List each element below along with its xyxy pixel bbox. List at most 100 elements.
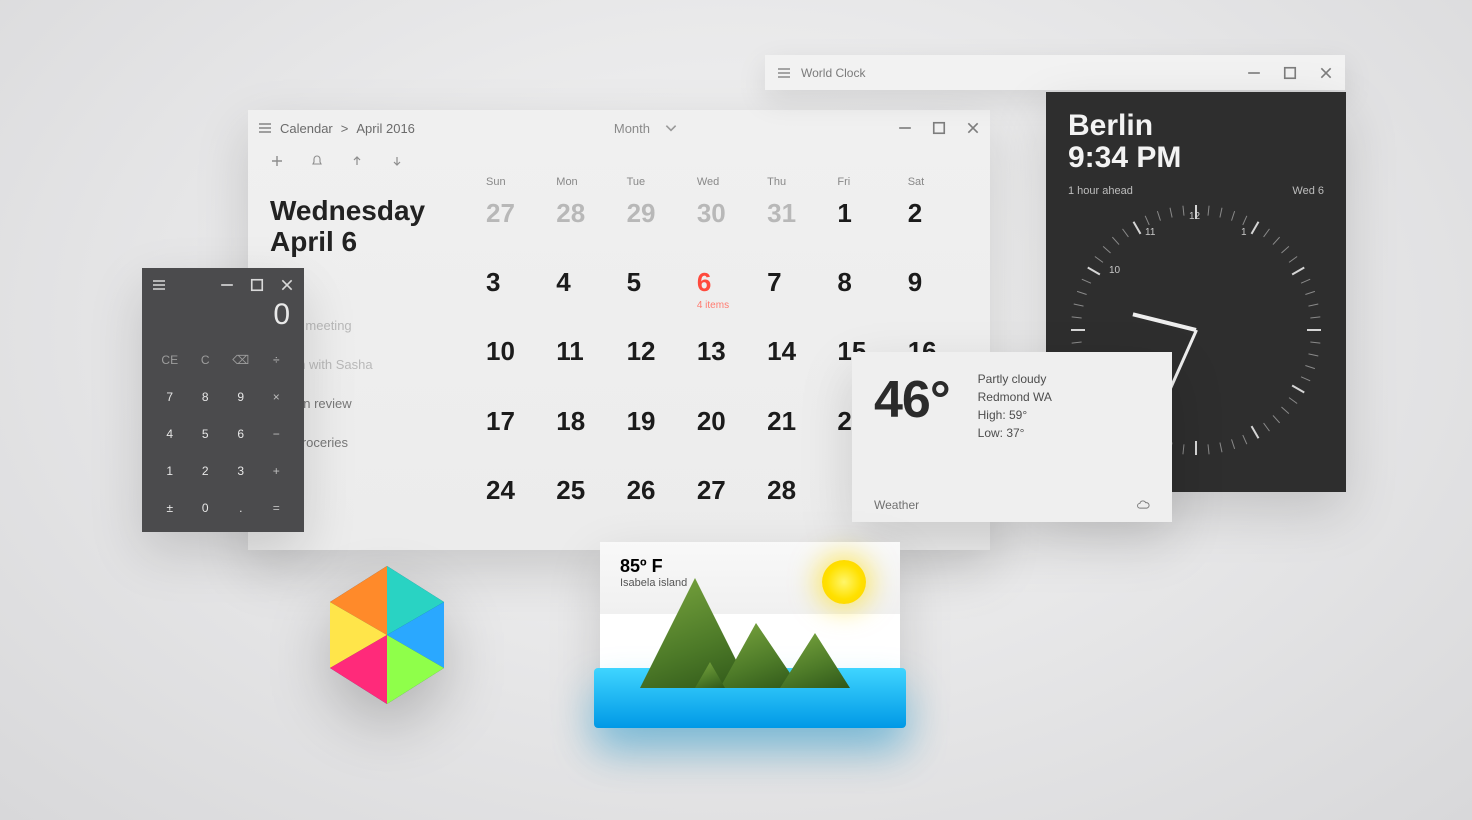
clock-tick: [1251, 426, 1260, 439]
down-arrow-icon[interactable]: [390, 154, 404, 168]
clock-tick: [1289, 397, 1298, 404]
calendar-day-cell[interactable]: 2: [908, 194, 978, 263]
calendar-day-cell[interactable]: 3: [486, 263, 556, 332]
calendar-day-cell[interactable]: 27: [697, 471, 767, 540]
calc-key-5[interactable]: 5: [188, 416, 224, 453]
calc-key-=[interactable]: =: [259, 489, 295, 526]
calc-key-±[interactable]: ±: [152, 489, 188, 526]
clock-tick: [1077, 291, 1087, 295]
close-icon[interactable]: [1319, 66, 1333, 80]
calendar-day-cell[interactable]: 1: [837, 194, 907, 263]
calendar-day-cell[interactable]: 21: [767, 402, 837, 471]
day-name: Fri: [837, 176, 907, 188]
calc-key-CE[interactable]: CE: [152, 342, 188, 379]
calendar-day-cell[interactable]: 17: [486, 402, 556, 471]
calendar-day-cell[interactable]: 18: [556, 402, 626, 471]
day-number: 27: [486, 198, 556, 229]
calc-key-×[interactable]: ×: [259, 379, 295, 416]
calendar-day-cell[interactable]: 64 items: [697, 263, 767, 332]
calendar-day-cell[interactable]: 29: [627, 194, 697, 263]
hamburger-icon[interactable]: [152, 278, 166, 292]
close-icon[interactable]: [966, 121, 980, 135]
calc-key-2[interactable]: 2: [188, 452, 224, 489]
calendar-day-cell[interactable]: 9: [908, 263, 978, 332]
calc-key-7[interactable]: 7: [152, 379, 188, 416]
calendar-day-cell[interactable]: 7: [767, 263, 837, 332]
calendar-day-cell[interactable]: 10: [486, 332, 556, 401]
clock-tick: [1095, 256, 1104, 263]
calendar-day-cell[interactable]: 27: [486, 194, 556, 263]
day-name: Thu: [767, 176, 837, 188]
view-selector-label[interactable]: Month: [614, 121, 650, 136]
calc-key-−[interactable]: −: [259, 416, 295, 453]
calendar-day-cell[interactable]: 31: [767, 194, 837, 263]
calc-key-÷[interactable]: ÷: [259, 342, 295, 379]
day-number: 7: [767, 267, 837, 298]
calc-key-9[interactable]: 9: [223, 379, 259, 416]
crumb-app[interactable]: Calendar: [280, 121, 333, 136]
calc-key-4[interactable]: 4: [152, 416, 188, 453]
calc-key-1[interactable]: 1: [152, 452, 188, 489]
close-icon[interactable]: [280, 278, 294, 292]
calendar-day-cell[interactable]: 13: [697, 332, 767, 401]
island-weather-tile[interactable]: 85º F Isabela island: [600, 542, 900, 722]
minimize-icon[interactable]: [1247, 66, 1261, 80]
maximize-icon[interactable]: [1283, 66, 1297, 80]
calendar-day-cell[interactable]: 12: [627, 332, 697, 401]
weather-card[interactable]: 46° Partly cloudy Redmond WA High: 59° L…: [852, 352, 1172, 522]
clock-tick: [1301, 376, 1311, 381]
calendar-day-cell[interactable]: 28: [556, 194, 626, 263]
clock-tick: [1273, 415, 1280, 423]
calc-key-8[interactable]: 8: [188, 379, 224, 416]
crumb-month[interactable]: April 2016: [356, 121, 415, 136]
day-name: Sun: [486, 176, 556, 188]
clock-tick: [1071, 329, 1085, 331]
clock-tick: [1310, 342, 1320, 344]
calendar-day-cell[interactable]: 14: [767, 332, 837, 401]
day-number: 17: [486, 406, 556, 437]
calendar-day-cell[interactable]: 26: [627, 471, 697, 540]
selected-day-title: Wednesday April 6: [270, 196, 464, 258]
calendar-day-cell[interactable]: 28: [767, 471, 837, 540]
calendar-day-cell[interactable]: 25: [556, 471, 626, 540]
island-temp: 85º F: [620, 556, 687, 577]
clock-tick: [1122, 229, 1129, 238]
clock-tick: [1157, 211, 1161, 221]
calendar-day-cell[interactable]: 8: [837, 263, 907, 332]
calc-key-0[interactable]: 0: [188, 489, 224, 526]
hamburger-icon[interactable]: [777, 66, 791, 80]
clock-tick: [1133, 221, 1142, 234]
calendar-day-cell[interactable]: 11: [556, 332, 626, 401]
calc-key-.[interactable]: .: [223, 489, 259, 526]
maximize-icon[interactable]: [250, 278, 264, 292]
add-event-icon[interactable]: [270, 154, 284, 168]
calendar-day-cell[interactable]: 5: [627, 263, 697, 332]
clock-tick: [1072, 342, 1082, 344]
calc-key-3[interactable]: 3: [223, 452, 259, 489]
calendar-day-cell[interactable]: 30: [697, 194, 767, 263]
day-number: 3: [486, 267, 556, 298]
clock-tick: [1242, 435, 1247, 445]
clock-tick: [1273, 237, 1280, 245]
maximize-icon[interactable]: [932, 121, 946, 135]
calendar-day-cell[interactable]: 24: [486, 471, 556, 540]
hour-hand: [1132, 312, 1196, 332]
day-number: 28: [556, 198, 626, 229]
calc-key-+[interactable]: +: [259, 452, 295, 489]
chevron-down-icon[interactable]: [664, 121, 678, 135]
clock-tick: [1219, 208, 1222, 218]
bell-icon[interactable]: [310, 154, 324, 168]
calc-key-6[interactable]: 6: [223, 416, 259, 453]
hamburger-icon[interactable]: [258, 121, 272, 135]
clock-tick: [1074, 304, 1084, 307]
clock-tick: [1231, 439, 1235, 449]
minimize-icon[interactable]: [220, 278, 234, 292]
calendar-day-cell[interactable]: 20: [697, 402, 767, 471]
calc-key-C[interactable]: C: [188, 342, 224, 379]
world-clock-window: World Clock: [765, 55, 1345, 90]
calc-key-⌫[interactable]: ⌫: [223, 342, 259, 379]
calendar-day-cell[interactable]: 19: [627, 402, 697, 471]
minimize-icon[interactable]: [898, 121, 912, 135]
calendar-day-cell[interactable]: 4: [556, 263, 626, 332]
up-arrow-icon[interactable]: [350, 154, 364, 168]
